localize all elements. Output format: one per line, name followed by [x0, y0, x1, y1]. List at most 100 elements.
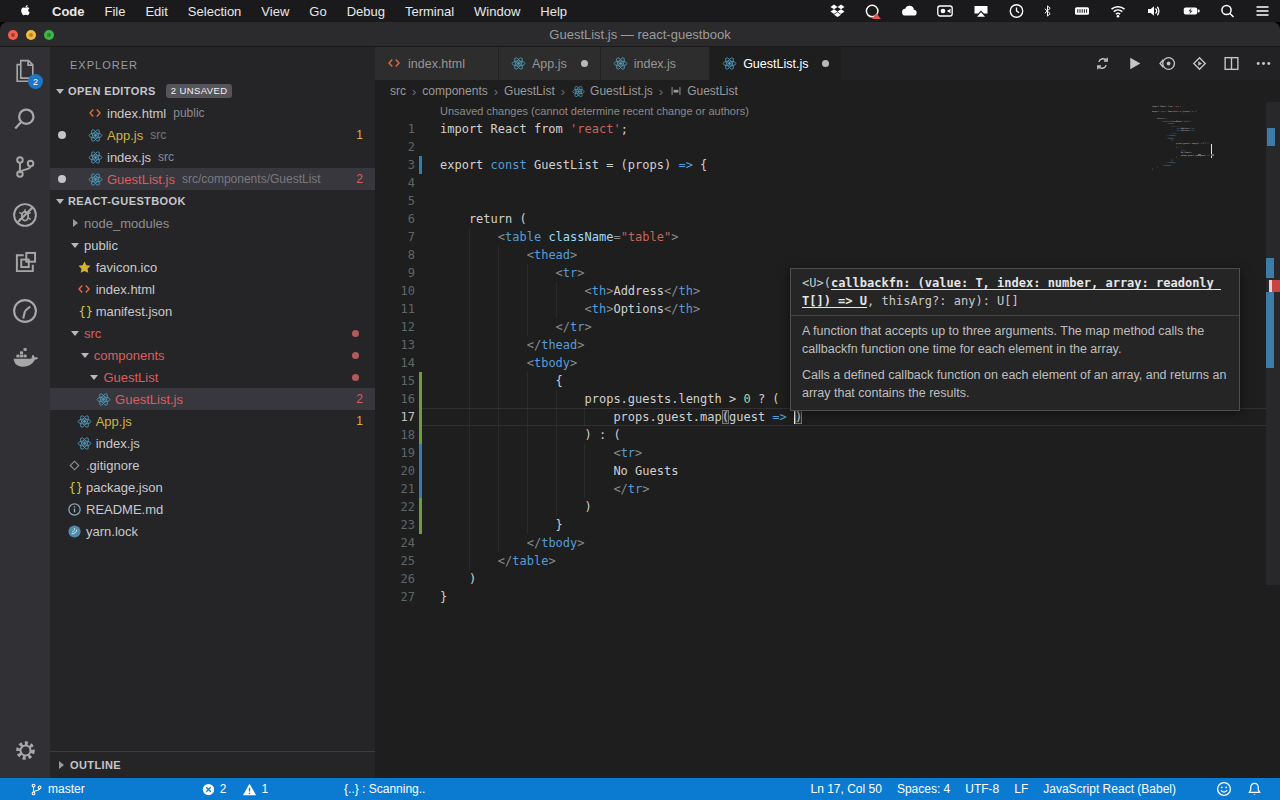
volume-icon[interactable]: [1145, 3, 1163, 19]
project-section-header[interactable]: REACT-GUESTBOOK: [50, 190, 375, 212]
activity-gear[interactable]: [0, 730, 50, 770]
code-line-20[interactable]: 20 No Guests: [375, 462, 1280, 480]
dropbox-icon[interactable]: [829, 3, 846, 20]
minimap[interactable]: import React from 'react';export const G…: [1152, 105, 1213, 171]
status-smiley[interactable]: [1216, 781, 1232, 797]
status-lf[interactable]: LF: [1014, 782, 1028, 796]
code-line-4[interactable]: 4: [375, 174, 1280, 192]
code-line-2[interactable]: 2: [375, 138, 1280, 156]
tree-folder-GuestList[interactable]: GuestList: [50, 366, 375, 388]
code-line-23[interactable]: 23 }: [375, 516, 1280, 534]
menu-code[interactable]: Code: [42, 4, 95, 19]
code-line-7[interactable]: 7 <table className="table">: [375, 228, 1280, 246]
screen-record-icon[interactable]: [936, 3, 954, 19]
wifi-icon[interactable]: [1109, 3, 1127, 19]
code-editor[interactable]: Unsaved changes (cannot determine recent…: [375, 102, 1280, 778]
breadcrumb-item[interactable]: components: [422, 84, 487, 98]
activity-docker[interactable]: [0, 335, 50, 383]
creative-cloud-icon[interactable]: [864, 3, 882, 20]
status--[interactable]: {..} : Scanning..: [344, 782, 425, 796]
breadcrumb-item[interactable]: GuestList: [504, 84, 555, 98]
tree-file-index.js[interactable]: index.js: [50, 432, 375, 454]
code-line-19[interactable]: 19 <tr>: [375, 444, 1280, 462]
tab-GuestList.js[interactable]: GuestList.js: [710, 47, 842, 80]
menu-window[interactable]: Window: [464, 4, 530, 19]
open-editor-item[interactable]: index.htmlpublic: [50, 102, 375, 124]
window-title-bar[interactable]: GuestList.js — react-guestbook: [0, 22, 1280, 47]
activity-files[interactable]: 2: [0, 47, 50, 95]
run-diamond-icon[interactable]: [1191, 55, 1208, 72]
tree-file-.gitignore[interactable]: .gitignore: [50, 454, 375, 476]
overview-ruler[interactable]: [1266, 102, 1280, 585]
tree-folder-node_modules[interactable]: node_modules: [50, 212, 375, 234]
activity-extensions[interactable]: [0, 239, 50, 287]
ellipsis-icon[interactable]: [1255, 55, 1272, 72]
preview-icon[interactable]: [1158, 55, 1176, 72]
code-line-22[interactable]: 22 ): [375, 498, 1280, 516]
status-spaces[interactable]: Spaces: 4: [897, 782, 950, 796]
cloud-icon[interactable]: [900, 3, 918, 19]
apple-menu-icon[interactable]: [0, 3, 42, 20]
menu-terminal[interactable]: Terminal: [395, 4, 464, 19]
status-master[interactable]: master: [30, 782, 85, 797]
tree-file-package.json[interactable]: {}package.json: [50, 476, 375, 498]
code-line-8[interactable]: 8 <thead>: [375, 246, 1280, 264]
breadcrumb-item[interactable]: src: [390, 84, 406, 98]
play-icon[interactable]: [1126, 55, 1143, 72]
status-javascript-react-babel-[interactable]: JavaScript React (Babel): [1043, 782, 1176, 796]
code-line-1[interactable]: 1import React from 'react';: [375, 120, 1280, 138]
code-line-24[interactable]: 24 </tbody>: [375, 534, 1280, 552]
menu-debug[interactable]: Debug: [337, 4, 395, 19]
activity-gauge[interactable]: [0, 287, 50, 335]
status-2[interactable]: 2: [201, 782, 227, 797]
tree-folder-public[interactable]: public: [50, 234, 375, 256]
status-utf-8[interactable]: UTF-8: [965, 782, 999, 796]
code-line-27[interactable]: 27}: [375, 588, 1280, 606]
menu-selection[interactable]: Selection: [178, 4, 251, 19]
tree-file-GuestList.js[interactable]: GuestList.js2: [50, 388, 375, 410]
activity-debug-off[interactable]: [0, 191, 50, 239]
codelens-annotation[interactable]: Unsaved changes (cannot determine recent…: [375, 102, 1280, 120]
menu-view[interactable]: View: [251, 4, 299, 19]
tree-file-README.md[interactable]: README.md: [50, 498, 375, 520]
control-list-icon[interactable]: [1254, 3, 1271, 19]
tree-file-favicon.ico[interactable]: favicon.ico: [50, 256, 375, 278]
code-line-6[interactable]: 6 return (: [375, 210, 1280, 228]
menu-go[interactable]: Go: [299, 4, 336, 19]
activity-source-control[interactable]: [0, 143, 50, 191]
tree-folder-src[interactable]: src: [50, 322, 375, 344]
status-bell[interactable]: [1247, 781, 1262, 797]
open-editor-item[interactable]: index.jssrc: [50, 146, 375, 168]
time-machine-icon[interactable]: [1008, 3, 1025, 19]
split-icon[interactable]: [1223, 55, 1240, 72]
spotlight-icon[interactable]: [1219, 3, 1236, 19]
tree-file-App.js[interactable]: App.js1: [50, 410, 375, 432]
open-editors-header[interactable]: OPEN EDITORS 2 UNSAVED: [50, 80, 375, 102]
tab-index.html[interactable]: index.html: [375, 47, 499, 80]
tree-file-index.html[interactable]: index.html: [50, 278, 375, 300]
tree-file-yarn.lock[interactable]: yarn.lock: [50, 520, 375, 542]
sync-icon[interactable]: [1094, 55, 1111, 72]
airplay-icon[interactable]: [972, 3, 990, 19]
code-line-26[interactable]: 26 ): [375, 570, 1280, 588]
status-ln-17[interactable]: Ln 17, Col 50: [810, 782, 881, 796]
code-line-21[interactable]: 21 </tr>: [375, 480, 1280, 498]
code-line-3[interactable]: 3export const GuestList = (props) => {: [375, 156, 1280, 174]
tree-folder-components[interactable]: components: [50, 344, 375, 366]
menu-edit[interactable]: Edit: [135, 4, 177, 19]
breadcrumb-item[interactable]: GuestList.js: [571, 84, 653, 99]
breadcrumb-item[interactable]: GuestList: [669, 84, 738, 98]
tab-index.js[interactable]: index.js: [601, 47, 710, 80]
activity-search[interactable]: [0, 95, 50, 143]
keyboard-brightness-icon[interactable]: [1073, 3, 1091, 19]
open-editor-item[interactable]: GuestList.jssrc/components/GuestList2: [50, 168, 375, 190]
open-editor-item[interactable]: App.jssrc1: [50, 124, 375, 146]
code-line-25[interactable]: 25 </table>: [375, 552, 1280, 570]
battery-icon[interactable]: [1181, 3, 1201, 19]
outline-section-header[interactable]: OUTLINE: [50, 751, 375, 778]
tree-file-manifest.json[interactable]: {}manifest.json: [50, 300, 375, 322]
code-line-18[interactable]: 18 ) : (: [375, 426, 1280, 444]
tab-App.js[interactable]: App.js: [499, 47, 601, 80]
status-1[interactable]: 1: [242, 782, 268, 797]
code-line-5[interactable]: 5: [375, 192, 1280, 210]
